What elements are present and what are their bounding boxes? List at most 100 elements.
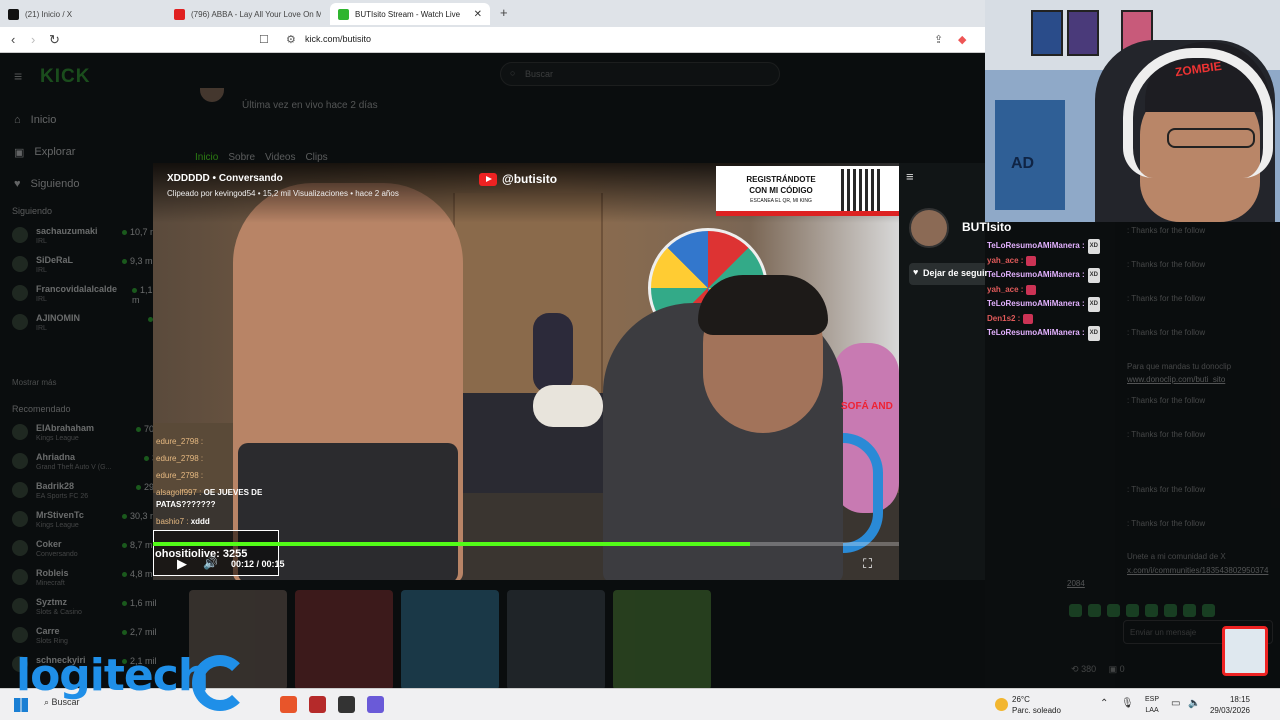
- bookmark-icon[interactable]: ☐: [259, 33, 269, 46]
- channel-name: Francovidalalcalde: [36, 284, 118, 294]
- emote-icon[interactable]: [1069, 604, 1082, 617]
- webcam-overlay: AD ZOMBIE: [985, 0, 1280, 222]
- streamer-name[interactable]: BUTIsito: [962, 220, 1011, 234]
- chat-link[interactable]: www.donoclip.com/buti_sito: [1127, 375, 1225, 384]
- browser-tab-youtube[interactable]: (796) ABBA - Lay All Your Love On Me: [166, 3, 329, 25]
- youtube-icon: [174, 8, 185, 20]
- tab-videos[interactable]: Videos: [265, 152, 295, 163]
- clip-thumbnail[interactable]: [507, 590, 605, 690]
- chat-message: : Thanks for the follow: [1127, 485, 1206, 494]
- nav-inicio[interactable]: ⌂ Inicio: [14, 104, 79, 136]
- close-tab-icon[interactable]: ✕: [474, 9, 482, 20]
- emote-icon[interactable]: [1145, 604, 1158, 617]
- viewer-count: 1,6 mil: [122, 598, 157, 608]
- menu-icon[interactable]: ≡: [14, 68, 22, 84]
- emote-icon[interactable]: [1202, 604, 1215, 617]
- panel-menu-icon[interactable]: ≡: [906, 169, 914, 184]
- tab-sobre[interactable]: Sobre: [228, 152, 255, 163]
- url-field[interactable]: kick.com/butisito: [305, 34, 371, 44]
- browser-tab-kick[interactable]: BUTIsito Stream - Watch Live ✕: [330, 3, 490, 25]
- avatar: [12, 285, 28, 301]
- channel-category: Conversando: [36, 551, 78, 558]
- chat-message: : Thanks for the follow: [1127, 226, 1206, 235]
- taskbar-clock[interactable]: 18:15 29/03/2026: [1208, 694, 1250, 716]
- kick-logo[interactable]: KICK: [40, 66, 90, 88]
- emote-icon[interactable]: [1107, 604, 1120, 617]
- clip-thumbnail[interactable]: [295, 590, 393, 690]
- streamer-avatar[interactable]: [909, 208, 949, 248]
- obs-app-icon[interactable]: [338, 696, 355, 713]
- clip-thumbnail[interactable]: [613, 590, 711, 690]
- overlay-chat-line: edure_2798 :: [156, 454, 204, 463]
- nav-label: Siguiendo: [30, 178, 80, 190]
- unfollow-label: Dejar de seguir: [923, 268, 989, 278]
- gift-count: 0: [1119, 664, 1125, 674]
- forward-button[interactable]: ›: [31, 32, 35, 47]
- progress-bar[interactable]: [153, 542, 899, 546]
- emote-icon[interactable]: [1183, 604, 1196, 617]
- progress-fill: [153, 542, 750, 546]
- reload-button[interactable]: ↻: [49, 32, 60, 48]
- clip-meta: Clipeado por kevingod54 • 15,2 mil Visua…: [167, 189, 399, 198]
- tray-chevron-icon[interactable]: ⌃: [1100, 698, 1108, 709]
- sidebar-channel[interactable]: Ahriadna Grand Theft Auto V (G... 3: [12, 450, 162, 478]
- app-icon[interactable]: [309, 696, 326, 713]
- site-info-icon[interactable]: ⚙: [286, 33, 296, 46]
- volume-icon[interactable]: 🔊: [203, 556, 218, 570]
- tab-inicio[interactable]: Inicio: [195, 152, 218, 163]
- weather-widget[interactable]: 26°C Parc. soleado: [1012, 694, 1061, 716]
- sidebar-channel[interactable]: SiDeRaL IRL 9,3 m: [12, 253, 162, 281]
- watermark-handle: @butisito: [502, 172, 558, 186]
- sidebar-channel[interactable]: Carre Slots Ring 2,7 mil: [12, 624, 162, 652]
- sidebar-channel[interactable]: MrStivenTc Kings League 30,3 m: [12, 508, 162, 536]
- emote-icon[interactable]: [1088, 604, 1101, 617]
- unfollow-button[interactable]: ♥ Dejar de seguir: [909, 263, 989, 285]
- channel-category: Slots & Casino: [36, 609, 82, 616]
- microphone-icon[interactable]: 🎙: [1121, 698, 1134, 709]
- kick-icon: [338, 8, 349, 20]
- emote-icon[interactable]: [1126, 604, 1139, 617]
- play-icon[interactable]: ▶: [177, 556, 187, 572]
- chat-link[interactable]: x.com/i/communities/183543802950374: [1127, 566, 1268, 575]
- viewer-count: 9,3 m: [122, 256, 153, 266]
- sidebar-channel[interactable]: AJINOMIN IRL 5: [12, 311, 162, 339]
- network-icon[interactable]: ▭: [1171, 698, 1180, 709]
- emote-icon: [1023, 313, 1034, 324]
- side-nav: ⌂ Inicio ▣ Explorar ♥ Siguiendo: [14, 104, 79, 200]
- sidebar-channel[interactable]: Coker Conversando 8,7 m: [12, 537, 162, 565]
- clip-title: XDDDDD • Conversando: [167, 173, 283, 184]
- clip-player[interactable]: SOFÁ AND XDDDDD • Conversando Clipeado p…: [153, 163, 899, 580]
- avatar: [12, 314, 28, 330]
- sidebar-channel[interactable]: Francovidalalcalde IRL 1,1 m: [12, 282, 162, 310]
- emote-icon[interactable]: [1164, 604, 1177, 617]
- clip-thumbnail[interactable]: [401, 590, 499, 690]
- chat-input-placeholder: Enviar un mensaje: [1130, 628, 1197, 637]
- logitech-g-icon: [192, 655, 248, 711]
- nav-siguiendo[interactable]: ♥ Siguiendo: [14, 168, 79, 200]
- nav-explorar[interactable]: ▣ Explorar: [14, 136, 79, 168]
- sidebar-channel[interactable]: Syztmz Slots & Casino 1,6 mil: [12, 595, 162, 623]
- chat-link[interactable]: 2084: [1067, 579, 1085, 588]
- sidebar-channel[interactable]: ElAbrahaham Kings League 70: [12, 421, 162, 449]
- brave-app-icon[interactable]: [280, 696, 297, 713]
- tab-clips[interactable]: Clips: [305, 152, 327, 163]
- search-input[interactable]: ○ Buscar: [500, 62, 780, 86]
- sidebar-channel[interactable]: sachauzumaki IRL 10,7 m: [12, 224, 162, 252]
- language-indicator[interactable]: ESP LAA: [1145, 694, 1159, 716]
- share-icon[interactable]: ⇪: [934, 33, 943, 46]
- chat-message: Unete a mi comunidad de X: [1127, 552, 1226, 561]
- show-more-link[interactable]: Mostrar más: [12, 378, 56, 387]
- new-tab-button[interactable]: +: [500, 5, 508, 20]
- volume-tray-icon[interactable]: 🔈: [1188, 698, 1200, 709]
- brave-shield-icon[interactable]: ◆: [958, 33, 966, 46]
- avatar: [12, 598, 28, 614]
- discord-app-icon[interactable]: [367, 696, 384, 713]
- sidebar-channel[interactable]: Robleis Minecraft 4,8 m: [12, 566, 162, 594]
- sidebar-channel[interactable]: Badrik28 EA Sports FC 26 29: [12, 479, 162, 507]
- channel-category: IRL: [36, 296, 47, 303]
- home-icon: ⌂: [14, 114, 21, 126]
- back-button[interactable]: ‹: [11, 32, 15, 47]
- fullscreen-icon[interactable]: ⛶: [863, 556, 872, 572]
- avatar: [12, 540, 28, 556]
- browser-tab-x[interactable]: (21) Inicio / X: [0, 3, 165, 25]
